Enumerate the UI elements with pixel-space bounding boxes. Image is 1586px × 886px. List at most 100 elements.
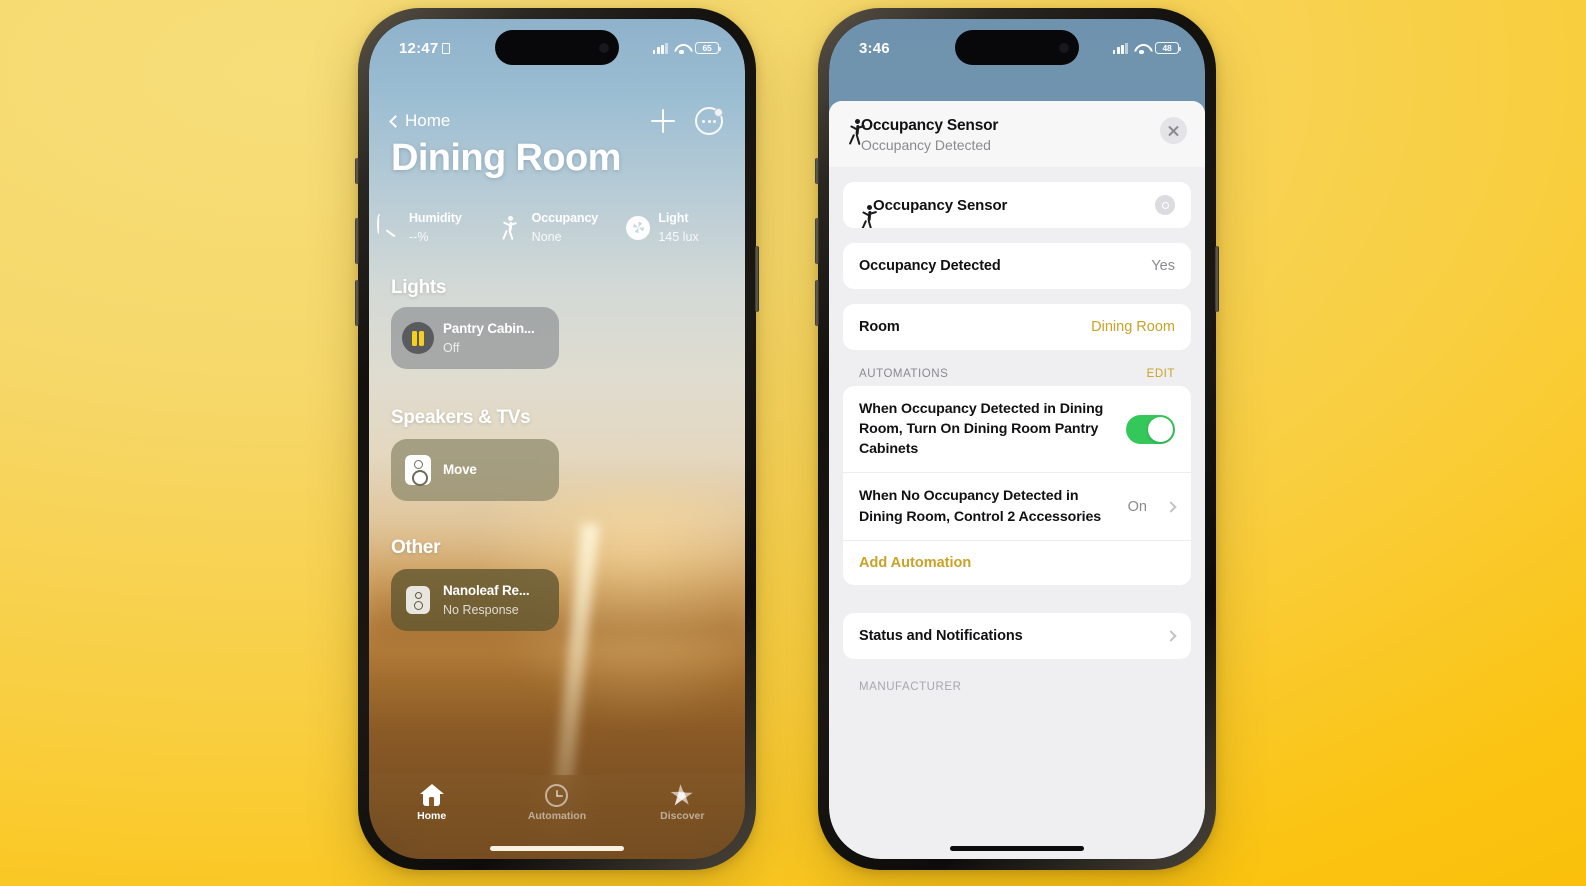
tile-text: Nanoleaf Re... No Response (443, 581, 548, 619)
battery-icon: 48 (1155, 41, 1182, 55)
sensor-humidity-text: Humidity --% (409, 209, 462, 247)
automation-row[interactable]: When No Occupancy Detected in Dining Roo… (843, 472, 1191, 539)
tab-automation-label: Automation (527, 810, 587, 822)
status-bar-time: 3:46 (859, 39, 890, 57)
device-row[interactable]: Occupancy Sensor (843, 182, 1191, 228)
sensor-summary-row: Humidity --% Occupancy None Light 145 lu… (369, 209, 745, 247)
automation-text: When No Occupancy Detected in Dining Roo… (859, 488, 1102, 525)
page-title: Dining Room (391, 137, 621, 179)
status-notifications-row[interactable]: Status and Notifications (843, 613, 1191, 659)
room-nav-bar: Home (369, 107, 745, 135)
back-label: Home (405, 111, 451, 130)
close-icon[interactable] (1160, 117, 1187, 144)
home-icon (419, 783, 444, 807)
silent-switch[interactable] (815, 158, 819, 184)
row-value: Dining Room (1091, 319, 1175, 335)
manufacturer-heading: MANUFACTURER (859, 680, 962, 693)
status-bar-right: 48 (1112, 41, 1182, 55)
volume-up-button[interactable] (355, 218, 359, 264)
volume-up-button[interactable] (815, 218, 819, 264)
tab-automation[interactable]: Automation (512, 783, 602, 822)
tile-name: Move (443, 462, 477, 478)
tab-discover[interactable]: Discover (637, 783, 727, 822)
sheet-header: Occupancy Sensor Occupancy Detected (829, 101, 1205, 167)
tile-name: Nanoleaf Re... (443, 582, 530, 598)
status-notifications-card: Status and Notifications (843, 612, 1191, 659)
table-row[interactable]: Room Dining Room (843, 304, 1191, 350)
wifi-icon (674, 43, 689, 55)
power-button[interactable] (755, 246, 759, 312)
dynamic-island (955, 30, 1079, 65)
sensor-occupancy-value: None (531, 229, 562, 244)
battery-icon: 65 (695, 41, 722, 55)
automation-text: When Occupancy Detected in Dining Room, … (859, 401, 1104, 458)
wallpaper-glow (369, 489, 745, 775)
more-badge-dot (714, 108, 723, 117)
sensor-light[interactable]: Light 145 lux (618, 209, 745, 247)
nav-actions (651, 107, 723, 135)
accessory-tile-move[interactable]: Move (391, 439, 559, 501)
row-label: Occupancy Detected (859, 258, 1001, 274)
accessory-tile-pantry-cabinets[interactable]: Pantry Cabin... Off (391, 307, 559, 369)
volume-down-button[interactable] (355, 280, 359, 326)
back-to-home-button[interactable]: Home (389, 111, 451, 131)
table-row: Occupancy Detected Yes (843, 243, 1191, 289)
sheet-body: Occupancy Sensor Occupancy Detected Yes (829, 182, 1205, 693)
section-heading-speakers: Speakers & TVs (391, 407, 531, 428)
sensor-humidity-value: --% (409, 229, 429, 244)
tile-text: Pantry Cabin... Off (443, 319, 548, 357)
sensor-occupancy-label: Occupancy (531, 211, 599, 225)
sensor-light-value: 145 lux (658, 229, 699, 244)
automation-toggle[interactable] (1126, 414, 1175, 444)
tab-home[interactable]: Home (387, 783, 477, 822)
occupancy-walker-icon (500, 215, 524, 240)
chevron-left-icon (389, 114, 402, 128)
room-card: Room Dining Room (843, 304, 1191, 350)
front-camera-lens (1059, 42, 1069, 53)
home-indicator[interactable] (950, 846, 1084, 851)
home-indicator[interactable] (490, 846, 624, 851)
row-label: Status and Notifications (859, 627, 1023, 644)
accessory-tile-nanoleaf[interactable]: Nanoleaf Re... No Response (391, 569, 559, 631)
clock-icon (545, 783, 569, 807)
status-bar-left: 12:47 (399, 40, 451, 57)
silent-switch[interactable] (355, 158, 359, 184)
phone-device-left: 12:47 65 Home Dining Room Humidity --% O… (355, 8, 759, 870)
sensor-occupancy-text: Occupancy None (532, 209, 599, 247)
add-automation-label: Add Automation (859, 554, 972, 571)
device-name: Occupancy Sensor (873, 196, 1008, 214)
light-bars-icon (402, 322, 434, 354)
row-value: Yes (1151, 258, 1175, 274)
dynamic-island (495, 30, 619, 65)
power-button[interactable] (1215, 246, 1219, 312)
battery-percent: 48 (1162, 42, 1172, 53)
sheet-header-texts: Occupancy Sensor Occupancy Detected (861, 117, 1146, 153)
light-sun-icon (626, 215, 651, 240)
sensor-humidity[interactable]: Humidity --% (369, 209, 496, 247)
battery-percent: 65 (702, 42, 712, 53)
edit-button[interactable]: EDIT (1147, 368, 1175, 380)
automations-card: When Occupancy Detected in Dining Room, … (843, 386, 1191, 585)
accessory-detail-sheet: Occupancy Sensor Occupancy Detected Occu… (829, 101, 1205, 859)
ellipsis-circle-icon[interactable] (695, 107, 723, 135)
automation-row[interactable]: When Occupancy Detected in Dining Room, … (843, 386, 1191, 472)
sheet-subtitle: Occupancy Detected (861, 137, 991, 153)
tile-state: Off (443, 341, 460, 355)
add-automation-row[interactable]: Add Automation (843, 539, 1191, 585)
automations-heading: AUTOMATIONS (859, 368, 949, 380)
tile-name: Pantry Cabin... (443, 320, 535, 336)
location-icon (442, 42, 451, 54)
phone-device-right: 3:46 48 Occupancy Sensor Occupancy Detec… (815, 8, 1219, 870)
plus-icon[interactable] (651, 109, 675, 133)
tile-state: No Response (443, 603, 519, 617)
status-bar-left: 3:46 (859, 40, 890, 57)
section-heading-other: Other (391, 537, 441, 558)
sensor-light-label: Light (658, 211, 689, 225)
tab-discover-label: Discover (660, 810, 705, 822)
volume-down-button[interactable] (815, 280, 819, 326)
sensor-humidity-label: Humidity (409, 211, 462, 225)
power-icon[interactable] (1155, 195, 1175, 215)
cellular-bars-icon (1112, 42, 1128, 54)
tile-text: Move (443, 460, 477, 479)
sensor-occupancy[interactable]: Occupancy None (496, 209, 619, 247)
